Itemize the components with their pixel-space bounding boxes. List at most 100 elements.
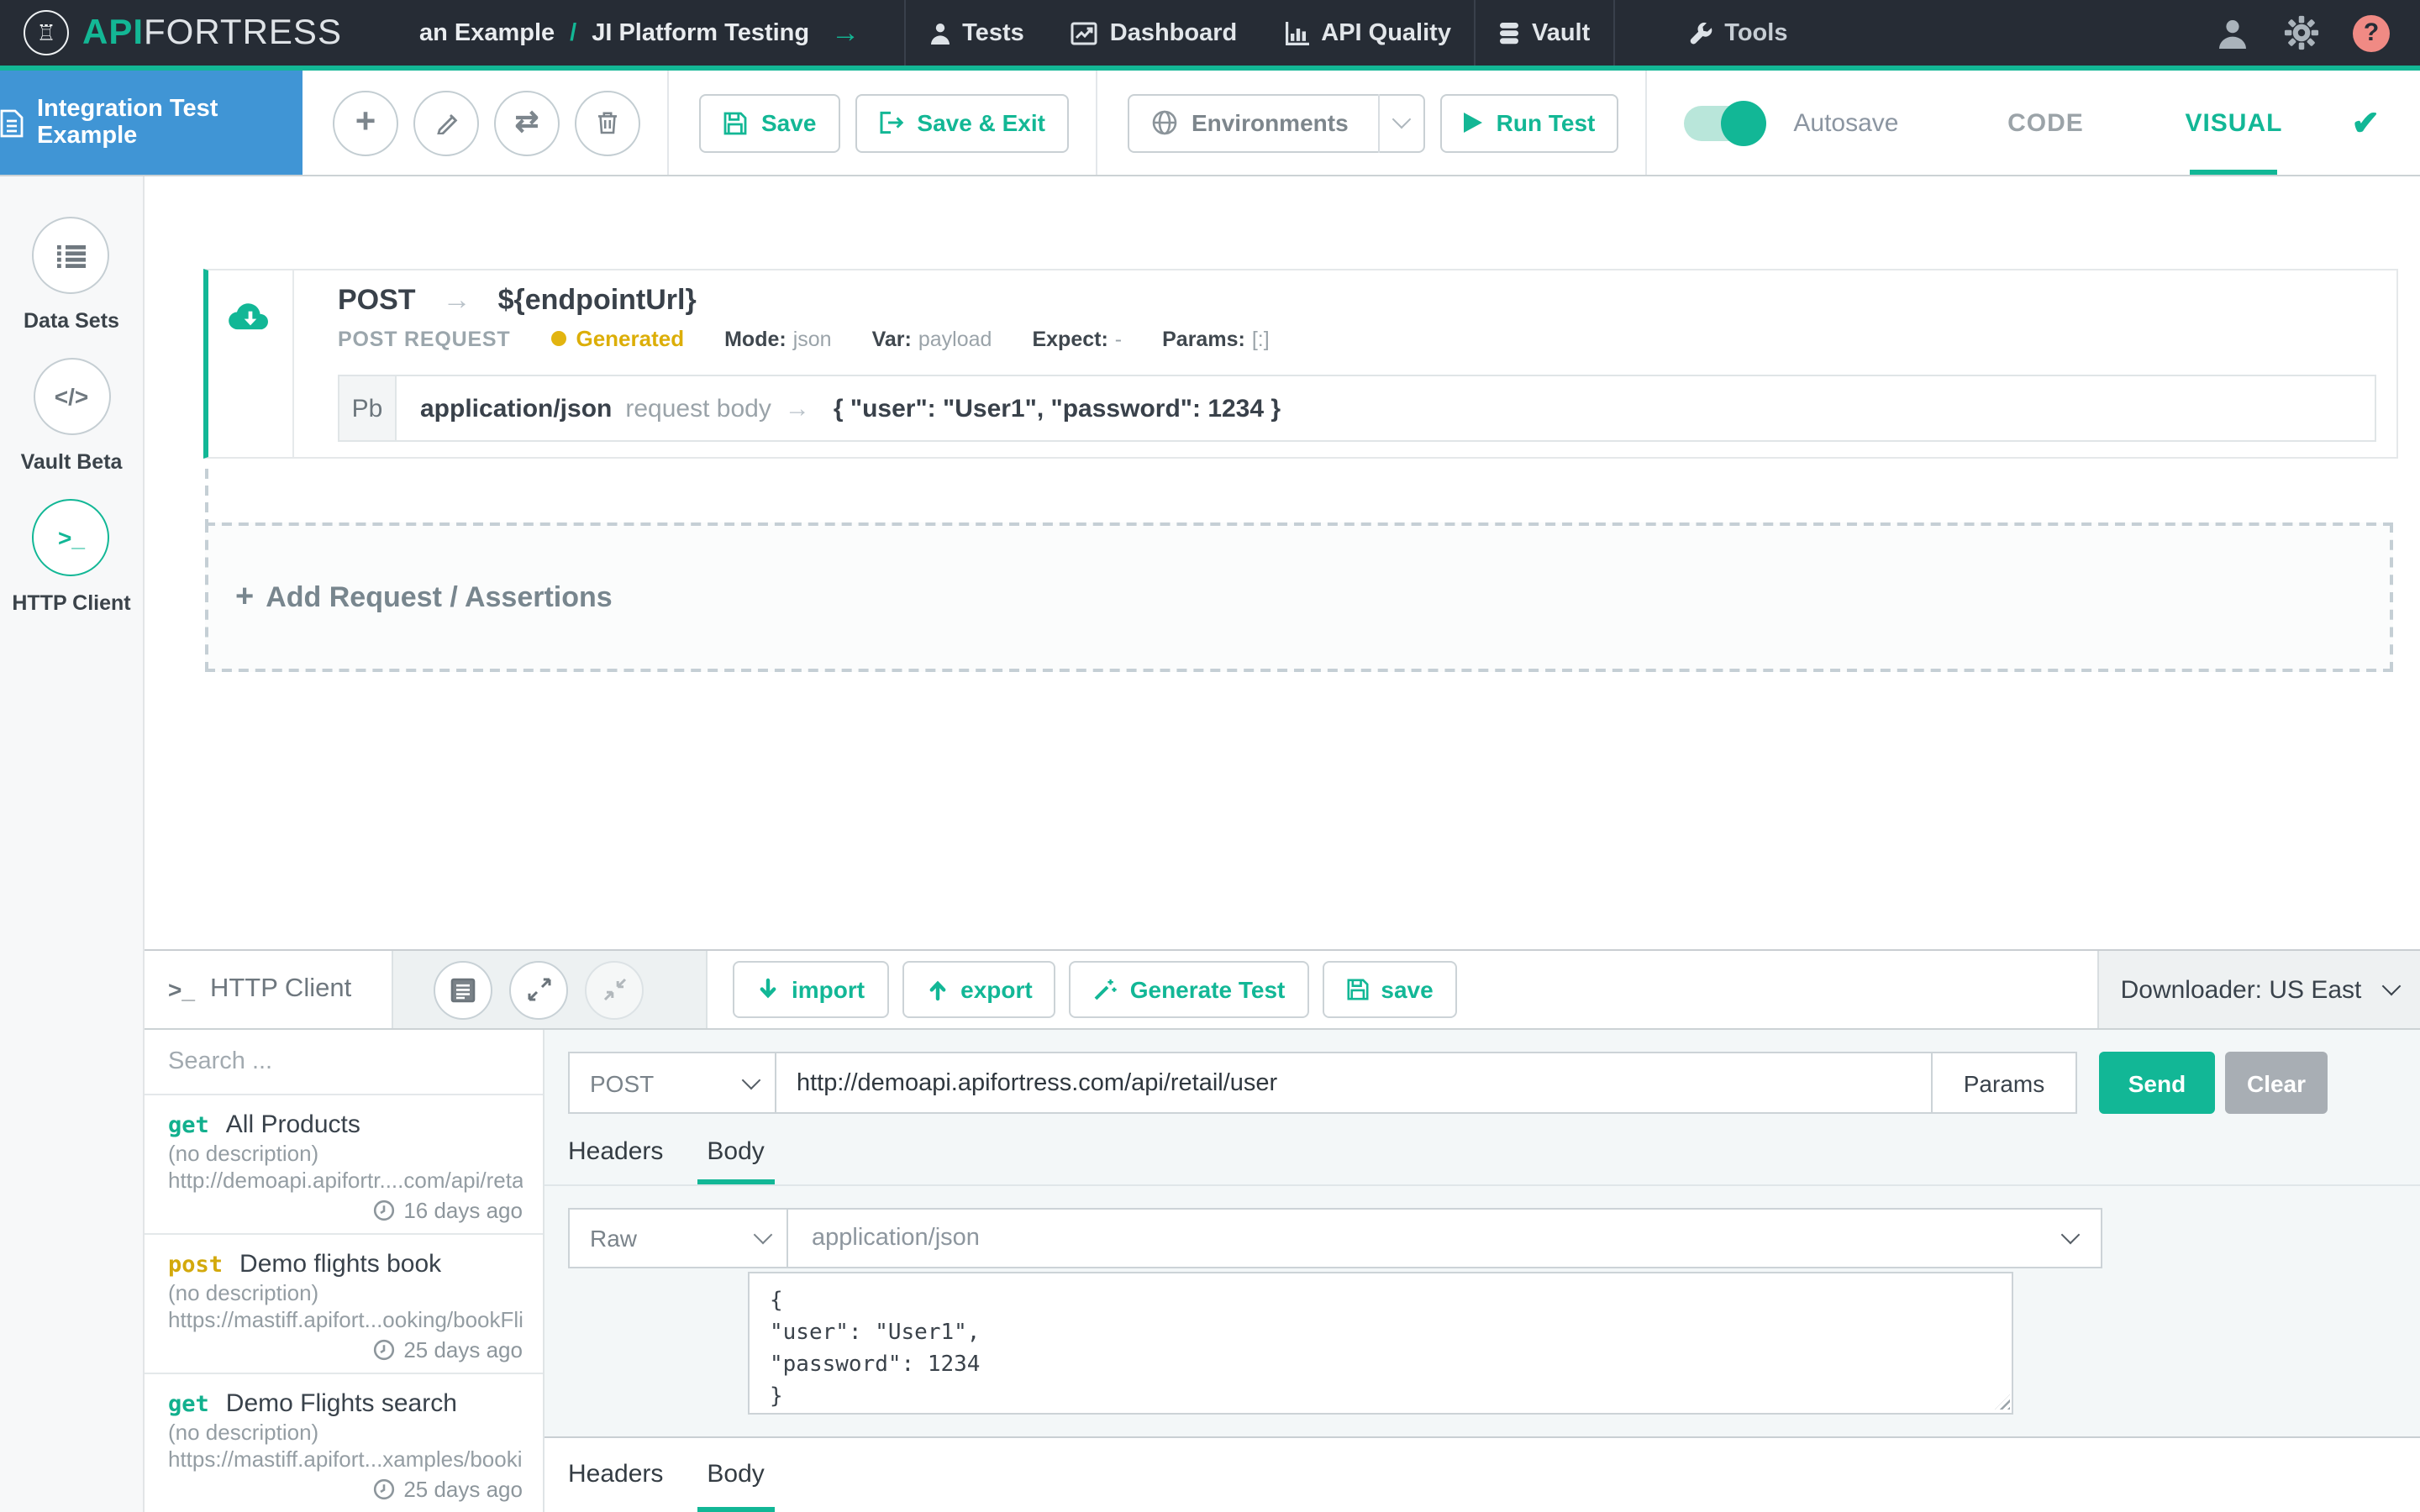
nav-tools[interactable]: Tools	[1665, 0, 1811, 66]
sidebar-item-vault-beta[interactable]: </> Vault Beta	[21, 358, 123, 474]
generate-test-label: Generate Test	[1130, 976, 1286, 1003]
document-icon	[0, 108, 24, 137]
run-test-label: Run Test	[1497, 109, 1596, 136]
add-request-assertions-button[interactable]: + Add Request / Assertions	[205, 522, 2393, 672]
client-action-buttons: import export Generate Test save	[708, 951, 2097, 1028]
http-client-title-label: HTTP Client	[210, 974, 351, 1005]
request-meta-row: POST REQUEST Generated Mode:json Var:pay…	[338, 326, 2376, 351]
save-button[interactable]: Save	[699, 93, 839, 152]
breadcrumb: an Example / JI Platform Testing →	[419, 16, 860, 50]
request-body-row[interactable]: Pb application/json request body → { "us…	[338, 375, 2376, 442]
post-request-component[interactable]: POST → ${endpointUrl} POST REQUEST Gener…	[203, 269, 2398, 459]
save-exit-button[interactable]: Save & Exit	[855, 93, 1069, 152]
edit-pencil-button[interactable]	[413, 90, 479, 155]
history-name: Demo Flights search	[226, 1389, 457, 1418]
client-save-button[interactable]: save	[1322, 961, 1456, 1018]
downloader-select[interactable]: Downloader: US East	[2097, 951, 2420, 1028]
content-type-select[interactable]: application/json	[788, 1208, 2102, 1268]
meta-var: Var:payload	[872, 327, 992, 350]
tab-visual[interactable]: VISUAL	[2139, 71, 2328, 175]
response-section: Headers Body	[544, 1436, 2420, 1512]
status-text: Generated	[576, 326, 684, 351]
body-mode-select[interactable]: Raw	[568, 1208, 788, 1268]
tab-request-headers[interactable]: Headers	[568, 1137, 663, 1184]
environments-chevron[interactable]	[1379, 93, 1424, 152]
history-item[interactable]: get All Products (no description) http:/…	[145, 1095, 543, 1235]
nav-api-quality[interactable]: API Quality	[1260, 0, 1475, 66]
plus-icon: +	[235, 579, 254, 616]
url-input[interactable]	[776, 1052, 1933, 1114]
history-item[interactable]: get Demo Flights search (no description)…	[145, 1374, 543, 1512]
http-client-request-area: POST Params Send Clear Headers Body	[544, 1030, 2420, 1512]
history-url: https://mastiff.apifort...ooking/bookFli…	[168, 1307, 523, 1332]
tab-response-headers[interactable]: Headers	[568, 1460, 663, 1512]
help-icon[interactable]: ?	[2353, 14, 2390, 51]
request-url: ${endpointUrl}	[498, 284, 697, 318]
history-list-button[interactable]	[434, 960, 492, 1019]
run-group: Environments Run Test	[1128, 93, 1618, 152]
test-tab[interactable]: Integration Test Example	[0, 71, 302, 175]
generate-test-button[interactable]: Generate Test	[1070, 961, 1309, 1018]
import-button[interactable]: import	[733, 961, 888, 1018]
clock-icon	[373, 1200, 395, 1221]
search-input[interactable]	[145, 1048, 543, 1075]
history-age-row: 16 days ago	[168, 1198, 523, 1223]
api-quality-icon	[1284, 21, 1309, 45]
main-column: POST → ${endpointUrl} POST REQUEST Gener…	[145, 176, 2420, 1512]
reorder-swap-button[interactable]: ⇄	[494, 90, 560, 155]
nav-tools-label: Tools	[1724, 19, 1787, 46]
history-age-row: 25 days ago	[168, 1477, 523, 1502]
settings-gear-icon[interactable]	[2284, 15, 2319, 50]
params-button[interactable]: Params	[1933, 1052, 2077, 1114]
component-icon-cell	[208, 270, 294, 457]
body-content-type: application/json	[420, 394, 612, 423]
clock-icon	[373, 1339, 395, 1361]
meta-expect: Expect:-	[1032, 327, 1122, 350]
nav-vault[interactable]: Vault	[1476, 0, 1613, 66]
method-select[interactable]: POST	[568, 1052, 776, 1114]
fortress-logo-icon: ♖	[24, 10, 69, 55]
nav-dashboard[interactable]: Dashboard	[1048, 0, 1261, 66]
body-tag: Pb	[339, 376, 397, 440]
run-test-button[interactable]: Run Test	[1441, 93, 1619, 152]
tab-code[interactable]: CODE	[1951, 71, 2139, 175]
add-request-label-row: + Add Request / Assertions	[235, 579, 613, 616]
breadcrumb-separator: /	[570, 19, 576, 46]
body-content: application/json request body → { "user"…	[397, 376, 1281, 440]
request-body-textarea[interactable]: { "user": "User1", "password": 1234 }	[748, 1272, 2013, 1415]
breadcrumb-test[interactable]: JI Platform Testing	[592, 19, 809, 46]
add-component-button[interactable]: +	[333, 90, 398, 155]
collapse-panel-button[interactable]	[585, 960, 644, 1019]
arrow-up-icon	[925, 978, 949, 1001]
request-tabs: Headers Body	[544, 1114, 2420, 1186]
request-history-panel: get All Products (no description) http:/…	[145, 1030, 544, 1512]
breadcrumb-project[interactable]: an Example	[419, 19, 555, 46]
autosave-toggle[interactable]	[1684, 105, 1761, 140]
meta-params: Params:[:]	[1162, 327, 1270, 350]
nav-tests[interactable]: Tests	[905, 0, 1048, 66]
chevron-down-icon	[754, 1226, 773, 1245]
user-account-icon[interactable]	[2215, 16, 2250, 50]
sidebar-item-http-client[interactable]: >_ HTTP Client	[12, 499, 130, 615]
history-age: 25 days ago	[403, 1477, 523, 1502]
arrow-down-icon	[756, 978, 780, 1001]
history-description: (no description)	[168, 1280, 523, 1305]
export-button[interactable]: export	[902, 961, 1056, 1018]
clear-button[interactable]: Clear	[2225, 1052, 2328, 1114]
environments-dropdown[interactable]: Environments	[1128, 93, 1426, 152]
tab-response-body[interactable]: Body	[707, 1460, 764, 1512]
send-button[interactable]: Send	[2099, 1052, 2215, 1114]
save-group: Save Save & Exit	[699, 93, 1069, 152]
chevron-down-icon	[2061, 1226, 2081, 1245]
apifortress-logo[interactable]: ♖ APIFORTRESS	[24, 10, 342, 55]
sidebar-item-data-sets[interactable]: Data Sets	[24, 217, 119, 333]
delete-trash-button[interactable]	[575, 90, 640, 155]
toggle-knob	[1721, 100, 1766, 145]
breadcrumb-arrow-icon: →	[831, 16, 860, 50]
test-action-icons: + ⇄	[333, 90, 640, 155]
tab-request-body[interactable]: Body	[707, 1137, 764, 1184]
left-rail: Data Sets </> Vault Beta >_ HTTP Client	[0, 176, 145, 1512]
expand-panel-button[interactable]	[509, 960, 568, 1019]
terminal-icon: >_	[33, 499, 110, 576]
history-item[interactable]: post Demo flights book (no description) …	[145, 1235, 543, 1374]
